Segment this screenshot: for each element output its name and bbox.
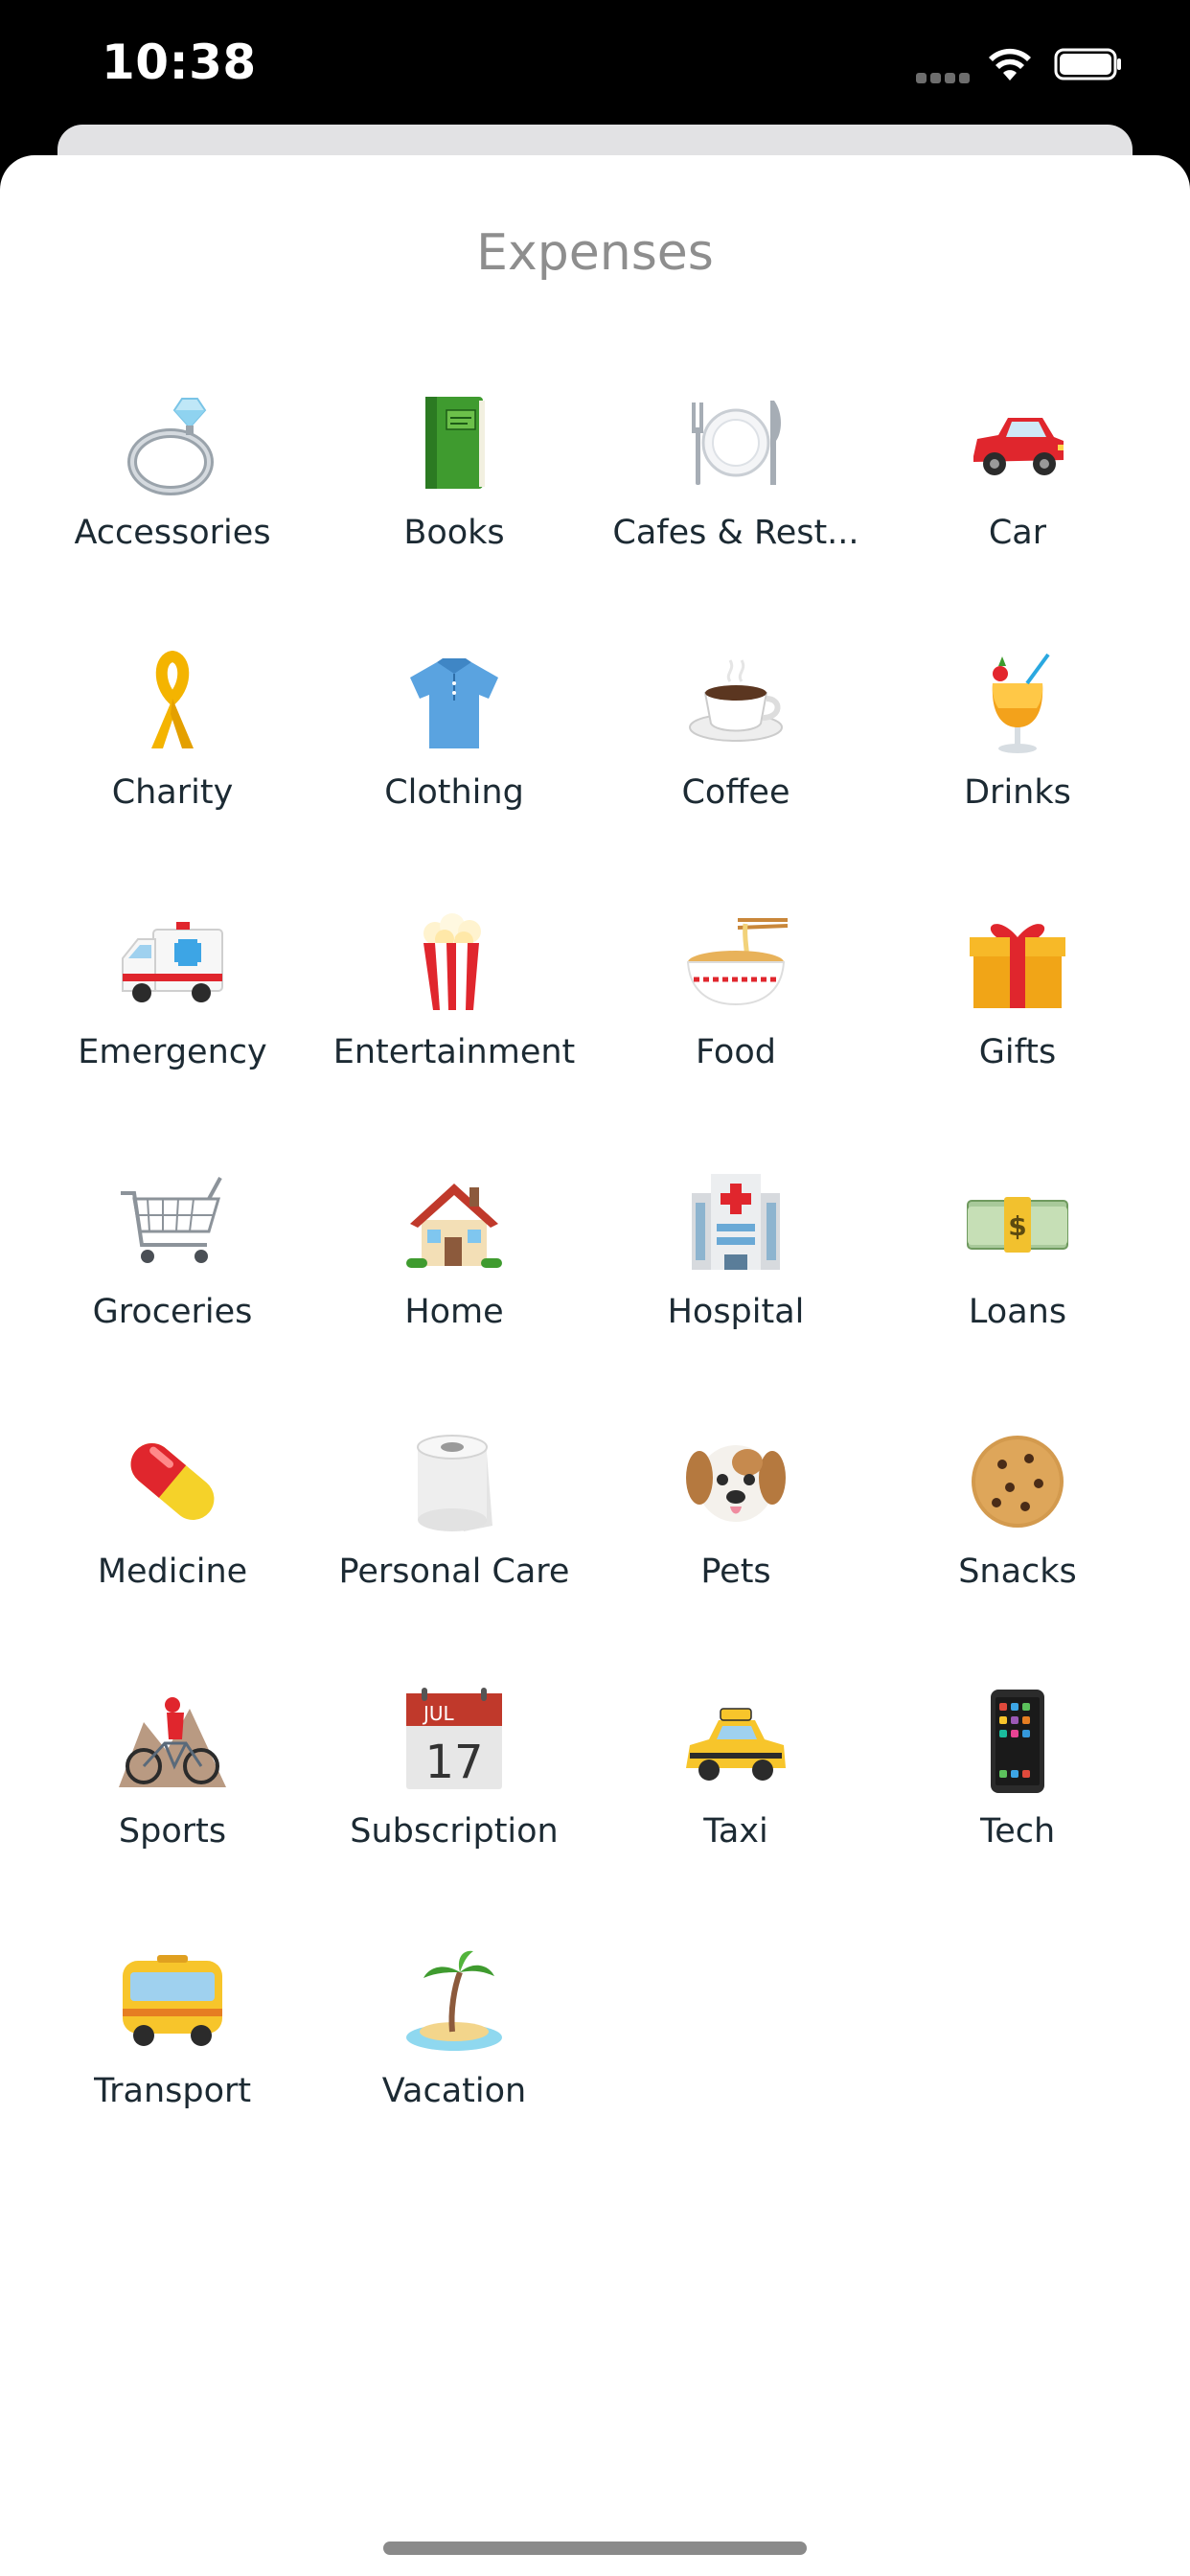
category-label: Pets [700,1552,771,1591]
ribbon-icon [151,650,194,748]
category-transport[interactable]: Transport [32,1924,313,2184]
popcorn-icon [423,913,485,1010]
category-clothing[interactable]: Clothing [313,626,595,886]
category-pets[interactable]: Pets [595,1405,877,1665]
mountain-bike-icon [119,1697,226,1787]
category-label: Tech [979,1812,1056,1851]
gift-icon [970,924,1065,1008]
category-label: Drinks [964,773,1071,812]
category-grid: Accessories Books Cafes & Rest... Car Ch… [0,366,1190,2187]
house-icon [406,1184,502,1268]
category-gifts[interactable]: Gifts [877,886,1158,1145]
category-label: Loans [968,1293,1067,1331]
shirt-icon [410,658,498,748]
category-label: Food [696,1033,776,1071]
cookie-icon [972,1436,1064,1528]
category-label: Hospital [667,1293,805,1331]
category-label: Car [988,514,1047,552]
plate-cutlery-icon [692,401,781,485]
category-snacks[interactable]: Snacks [877,1405,1158,1665]
category-cafes-restaurants[interactable]: Cafes & Rest... [595,366,877,626]
expenses-sheet: Expenses Accessories Books Cafes & Rest.… [0,155,1190,2576]
shopping-cart-icon [121,1177,222,1263]
taxi-icon [686,1708,786,1781]
ring-icon [127,398,214,495]
category-label: Charity [111,773,234,812]
ambulance-icon [122,922,223,1002]
category-tech[interactable]: Tech [877,1665,1158,1924]
home-indicator[interactable] [383,2542,807,2555]
category-medicine[interactable]: Medicine [32,1405,313,1665]
category-label: Emergency [78,1033,267,1071]
category-label: Sports [118,1812,227,1851]
status-time: 10:38 [102,34,257,90]
calendar-icon: JUL 17 [406,1688,502,1789]
bus-icon [123,1955,222,2046]
category-sports[interactable]: Sports [32,1665,313,1924]
category-charity[interactable]: Charity [32,626,313,886]
category-car[interactable]: Car [877,366,1158,626]
category-home[interactable]: Home [313,1145,595,1405]
category-drinks[interactable]: Drinks [877,626,1158,886]
battery-icon [1054,48,1121,80]
dog-face-icon [686,1445,786,1522]
category-loans[interactable]: $ Loans [877,1145,1158,1405]
noodle-bowl-icon [686,918,789,1006]
category-label: Snacks [958,1552,1077,1591]
category-label: Accessories [74,514,271,552]
status-bar: 10:38 [0,0,1190,125]
cellular-signal-icon [916,73,972,84]
category-label: Transport [93,2072,252,2110]
svg-text:JUL: JUL [422,1702,455,1725]
category-label: Coffee [681,773,790,812]
coffee-cup-icon [689,659,783,742]
book-icon [425,397,485,489]
cocktail-icon [992,653,1050,753]
hospital-icon [692,1174,780,1270]
svg-text:17: 17 [424,1736,483,1789]
category-label: Entertainment [332,1033,576,1071]
category-label: Medicine [97,1552,248,1591]
screen: 10:38 Expenses Accessories Books Cafes &… [0,0,1190,2576]
category-emergency[interactable]: Emergency [32,886,313,1145]
category-coffee[interactable]: Coffee [595,626,877,886]
category-personal-care[interactable]: Personal Care [313,1405,595,1665]
toilet-roll-icon [417,1435,492,1531]
sheet-title: Expenses [476,224,714,282]
category-vacation[interactable]: Vacation [313,1924,595,2184]
category-label: Vacation [381,2072,527,2110]
category-label: Cafes & Rest... [612,514,859,552]
pill-icon [130,1443,215,1520]
category-label: Books [403,514,505,552]
category-subscription[interactable]: JUL 17 Subscription [313,1665,595,1924]
category-label: Subscription [350,1812,559,1851]
category-label: Taxi [703,1812,768,1851]
category-label: Gifts [978,1033,1057,1071]
category-groceries[interactable]: Groceries [32,1145,313,1405]
category-books[interactable]: Books [313,366,595,626]
category-label: Clothing [384,773,524,812]
category-accessories[interactable]: Accessories [32,366,313,626]
money-stack-icon: $ [967,1197,1068,1253]
category-label: Personal Care [338,1552,570,1591]
category-hospital[interactable]: Hospital [595,1145,877,1405]
category-taxi[interactable]: Taxi [595,1665,877,1924]
category-entertainment[interactable]: Entertainment [313,886,595,1145]
wifi-icon [989,48,1031,80]
category-label: Home [404,1293,504,1331]
smartphone-icon [991,1690,1044,1793]
island-icon [406,1950,502,2051]
category-food[interactable]: Food [595,886,877,1145]
category-label: Groceries [92,1293,253,1331]
car-icon [973,418,1064,475]
svg-text:$: $ [1008,1210,1026,1242]
